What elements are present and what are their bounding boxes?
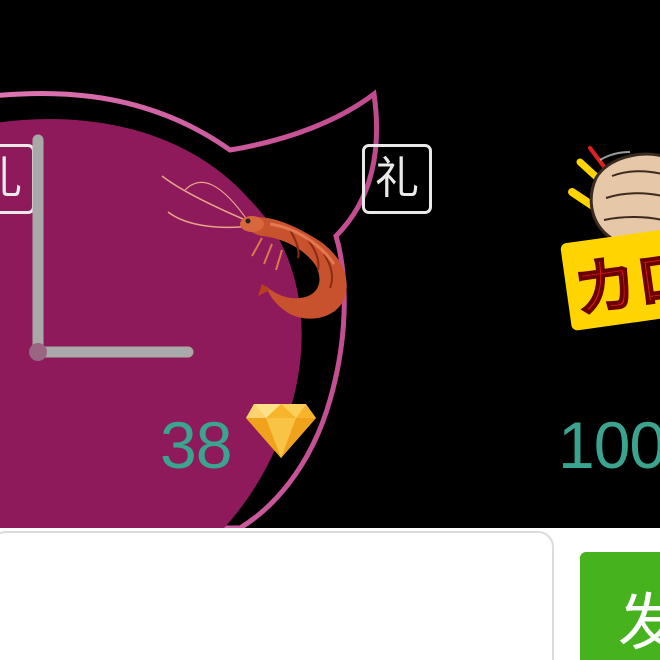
message-input[interactable] [0,531,554,660]
gift-price: 100 [558,408,660,482]
chat-screen: 礼 [0,0,660,660]
gift-panel: 礼 [0,0,660,528]
send-button[interactable]: 发 [580,552,660,660]
gift-item[interactable]: 礼 カロ 100 [0,0,660,528]
chat-input-bar: 发 [0,528,660,660]
